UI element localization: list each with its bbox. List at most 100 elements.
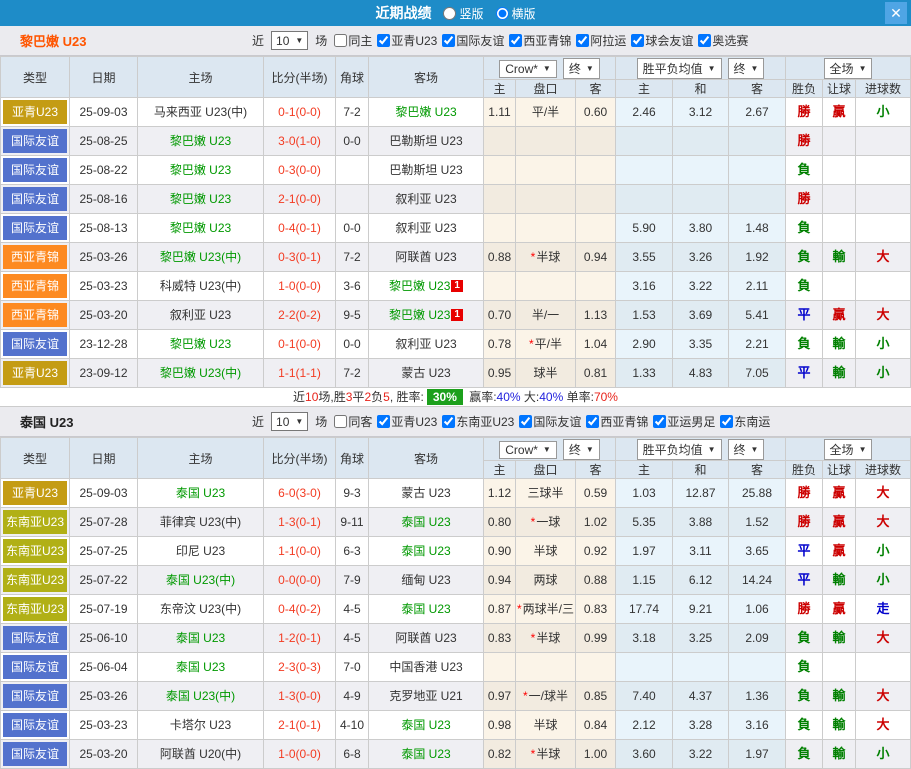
avg-period-select[interactable]: 终▼ (728, 58, 765, 79)
league-filter[interactable]: 奥选赛 (694, 32, 748, 49)
team-name: 科威特 U23(中) (160, 279, 241, 293)
score: 1-3(0-1) (264, 508, 336, 537)
league-checkbox[interactable] (509, 34, 522, 47)
col-goals: 进球数 (856, 80, 911, 98)
avg-away: 1.48 (729, 214, 786, 243)
home-team: 印尼 U23 (138, 537, 264, 566)
match-date: 25-09-03 (70, 98, 138, 127)
close-icon[interactable]: ✕ (885, 2, 907, 24)
horizontal-radio[interactable] (496, 7, 509, 20)
league-checkbox[interactable] (631, 34, 644, 47)
odds-away: 0.83 (576, 595, 616, 624)
team-name: 泰国 U23 (401, 515, 450, 529)
league-checkbox[interactable] (442, 415, 455, 428)
league-checkbox[interactable] (377, 415, 390, 428)
away-team: 泰国 U23 (369, 740, 484, 769)
result-goals (856, 156, 911, 185)
away-team: 蒙古 U23 (369, 359, 484, 388)
odds-away: 1.00 (576, 740, 616, 769)
league-checkbox[interactable] (586, 415, 599, 428)
result-scope-select[interactable]: 全场▼ (824, 439, 873, 460)
same-venue-filter[interactable]: 同客 (330, 413, 372, 430)
same-venue-checkbox[interactable] (334, 34, 347, 47)
result-handicap (823, 214, 856, 243)
league-checkbox[interactable] (576, 34, 589, 47)
match-row: 西亚青锦25-03-26黎巴嫩 U23(中)0-3(0-1)7-2阿联酋 U23… (1, 243, 911, 272)
odds-source-select[interactable]: Crow*▼ (499, 441, 557, 459)
odds-source-select[interactable]: Crow*▼ (499, 60, 557, 78)
same-venue-filter[interactable]: 同主 (330, 32, 372, 49)
league-filter[interactable]: 国际友谊 (515, 413, 581, 430)
result-wdl: 負 (786, 682, 823, 711)
league-filter[interactable]: 国际友谊 (438, 32, 504, 49)
section-header: 黎巴嫩 U23 近 10 ▼ 场 同主 亚青U23 国际友谊 西亚青锦 (0, 26, 911, 56)
league-filter[interactable]: 阿拉运 (572, 32, 626, 49)
avg-draw: 3.12 (673, 98, 729, 127)
league-filter[interactable]: 亚青U23 (373, 32, 437, 49)
avg-draw: 4.83 (673, 359, 729, 388)
recent-count-select[interactable]: 10 ▼ (271, 412, 308, 431)
avg-away: 14.24 (729, 566, 786, 595)
result-group-header: 全场▼ (786, 438, 911, 461)
odds-period-select[interactable]: 终▼ (563, 439, 600, 460)
dropdown-arrow-icon: ▼ (708, 445, 716, 454)
avg-source-select[interactable]: 胜平负均值▼ (637, 58, 722, 79)
league-filter[interactable]: 东南亚U23 (438, 413, 514, 430)
competition-badge: 西亚青锦 (1, 243, 70, 272)
league-checkbox[interactable] (698, 34, 711, 47)
league-filter[interactable]: 亚青U23 (373, 413, 437, 430)
league-filter[interactable]: 西亚青锦 (505, 32, 571, 49)
avg-draw: 3.88 (673, 508, 729, 537)
match-date: 25-09-03 (70, 479, 138, 508)
score: 1-3(0-0) (264, 682, 336, 711)
score: 2-1(0-1) (264, 711, 336, 740)
layout-option-horizontal[interactable]: 横版 (488, 5, 536, 22)
avg-period-select[interactable]: 终▼ (728, 439, 765, 460)
match-row: 东南亚U2325-07-28菲律宾 U23(中)1-3(0-1)9-11泰国 U… (1, 508, 911, 537)
games-label: 场 (315, 413, 327, 430)
avg-draw: 3.69 (673, 301, 729, 330)
league-checkbox[interactable] (720, 415, 733, 428)
league-filter[interactable]: 东南运 (716, 413, 770, 430)
avg-away: 2.67 (729, 98, 786, 127)
corners: 4-9 (336, 682, 369, 711)
competition-label: 国际友谊 (3, 655, 67, 679)
team-name: 克罗地亚 U21 (389, 689, 462, 703)
league-filter[interactable]: 西亚青锦 (582, 413, 648, 430)
avg-home (616, 653, 673, 682)
league-checkbox[interactable] (377, 34, 390, 47)
odds-line (516, 653, 576, 682)
league-checkbox[interactable] (653, 415, 666, 428)
league-filter[interactable]: 亚运男足 (649, 413, 715, 430)
team-name: 黎巴嫩 U23 (389, 308, 450, 322)
home-team: 泰国 U23(中) (138, 566, 264, 595)
odds-home: 0.87 (484, 595, 516, 624)
dropdown-arrow-icon: ▼ (708, 64, 716, 73)
team-name: 中国香港 U23 (389, 660, 462, 674)
home-team: 马来西亚 U23(中) (138, 98, 264, 127)
score: 2-3(0-3) (264, 653, 336, 682)
away-team: 缅甸 U23 (369, 566, 484, 595)
corners: 6-8 (336, 740, 369, 769)
league-checkbox[interactable] (442, 34, 455, 47)
col-type: 类型 (1, 57, 70, 98)
recent-count-select[interactable]: 10 ▼ (271, 31, 308, 50)
avg-source-select[interactable]: 胜平负均值▼ (637, 439, 722, 460)
layout-option-vertical[interactable]: 竖版 (435, 5, 483, 22)
league-filter[interactable]: 球会友谊 (627, 32, 693, 49)
vertical-radio[interactable] (443, 7, 456, 20)
home-team: 东帝汶 U23(中) (138, 595, 264, 624)
corners: 4-10 (336, 711, 369, 740)
odds-line (516, 127, 576, 156)
star-marker: * (531, 747, 536, 761)
avg-draw (673, 156, 729, 185)
league-checkbox[interactable] (519, 415, 532, 428)
summary-part: 10 (305, 390, 318, 404)
odds-period-select[interactable]: 终▼ (563, 58, 600, 79)
same-venue-checkbox[interactable] (334, 415, 347, 428)
score: 2-2(0-2) (264, 301, 336, 330)
avg-home: 3.16 (616, 272, 673, 301)
result-scope-select[interactable]: 全场▼ (824, 58, 873, 79)
team-name: 泰国 U23 (176, 631, 225, 645)
corners: 4-5 (336, 595, 369, 624)
